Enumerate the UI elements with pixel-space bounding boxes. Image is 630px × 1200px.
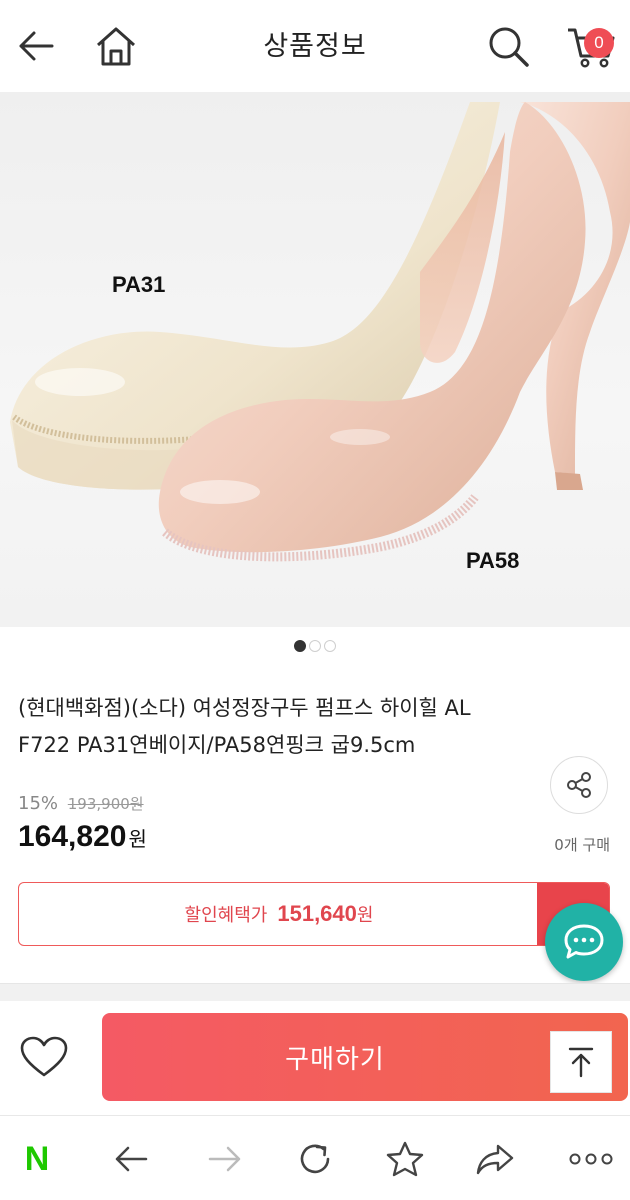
star-icon [386, 1141, 424, 1177]
carousel-dot[interactable] [309, 640, 321, 652]
price-unit: 원 [128, 827, 147, 851]
chat-icon [564, 924, 604, 959]
shoe-label-right: PA58 [466, 548, 520, 573]
product-name-line: F722 PA31연베이지/PA58연핑크 굽9.5cm [18, 733, 416, 757]
purchase-count: 0개 구매 [554, 836, 610, 854]
share-button[interactable] [550, 756, 608, 814]
wishlist-button[interactable] [16, 1031, 72, 1083]
product-name-line: (현대백화점)(소다) 여성정장구두 펌프스 하이힐 AL [18, 696, 471, 720]
browser-share-button[interactable] [470, 1136, 520, 1182]
cart-button[interactable]: 0 [558, 18, 624, 74]
section-divider [0, 983, 630, 1001]
cart-count-badge: 0 [584, 28, 614, 58]
app-header: 상품정보 0 [0, 0, 630, 92]
refresh-icon [300, 1144, 330, 1174]
product-image-carousel[interactable]: PA31 PA58 [0, 92, 630, 627]
carousel-dot[interactable] [294, 640, 306, 652]
browser-back-button[interactable] [106, 1136, 156, 1182]
share-arrow-icon [476, 1144, 514, 1175]
discount-info: 15% 193,900원 [18, 793, 144, 814]
chat-button[interactable] [545, 903, 623, 981]
search-button[interactable] [480, 18, 536, 74]
purchase-bar: 구매하기 [0, 1001, 630, 1115]
sale-price-value: 164,820 [18, 820, 127, 853]
benefit-price: 할인혜택가 151,640원 [19, 883, 539, 945]
carousel-indicator [0, 640, 630, 652]
carousel-dot[interactable] [324, 640, 336, 652]
product-photo [10, 102, 630, 562]
heart-icon [20, 1036, 68, 1077]
shoe-label-left: PA31 [112, 272, 166, 297]
benefit-unit: 원 [356, 905, 374, 926]
discount-percent: 15% [18, 793, 59, 814]
sale-price: 164,820 원 [18, 820, 147, 854]
discount-benefit-box[interactable]: 할인혜택가 151,640원 [18, 882, 610, 946]
share-icon [567, 772, 591, 798]
benefit-label: 할인혜택가 [184, 905, 268, 926]
naver-logo: N [24, 1139, 50, 1178]
forward-icon [208, 1146, 241, 1172]
naver-home-button[interactable]: N [12, 1136, 62, 1182]
scroll-top-button[interactable] [550, 1031, 612, 1093]
browser-bookmark-button[interactable] [380, 1136, 430, 1182]
original-price: 193,900원 [67, 795, 144, 813]
arrow-up-icon [568, 1047, 594, 1078]
browser-toolbar: N [0, 1115, 630, 1200]
browser-refresh-button[interactable] [290, 1136, 340, 1182]
back-icon [115, 1146, 148, 1172]
browser-forward-button[interactable] [200, 1136, 250, 1182]
browser-more-button[interactable] [566, 1136, 616, 1182]
benefit-amount: 151,640 [277, 901, 357, 926]
product-name: (현대백화점)(소다) 여성정장구두 펌프스 하이힐 AL F722 PA31연… [18, 690, 608, 764]
search-icon [489, 27, 529, 67]
more-icon [569, 1153, 613, 1165]
